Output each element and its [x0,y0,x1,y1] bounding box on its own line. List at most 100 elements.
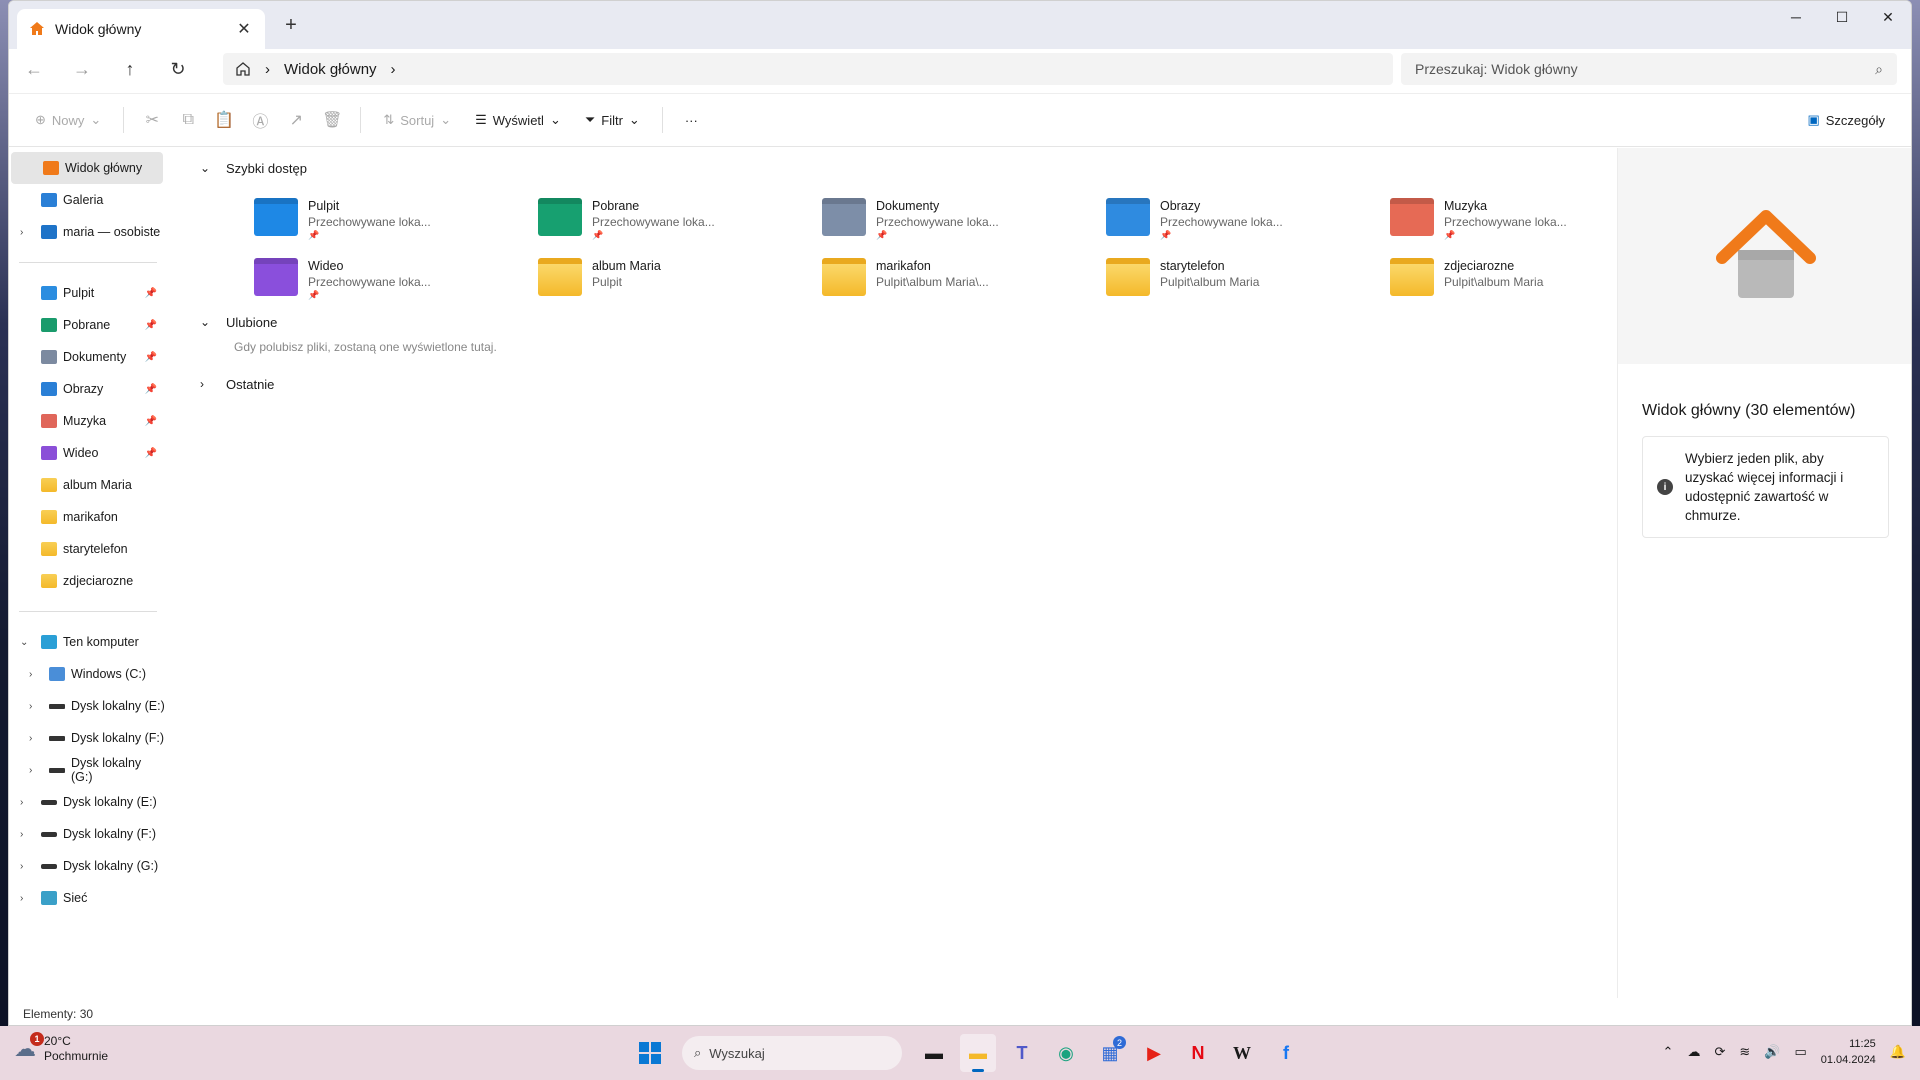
notification-bell-icon[interactable]: 🔔 [1890,1044,1906,1060]
chevron-right-icon[interactable]: › [20,861,23,872]
chevron-right-icon[interactable]: › [391,61,396,78]
filter-button[interactable]: ⏷ Filtr ⌄ [577,106,648,134]
sidebar-item-pinned[interactable]: Wideo 📌 [9,437,165,469]
sidebar-item-pinned[interactable]: marikafon [9,501,165,533]
sync-icon[interactable]: ⟳ [1714,1044,1725,1060]
sidebar-item-pinned[interactable]: Pulpit 📌 [9,277,165,309]
teams-icon[interactable]: T [1004,1034,1040,1072]
chevron-right-icon[interactable]: › [20,893,23,904]
view-button[interactable]: ☰ Wyświetl ⌄ [467,106,569,134]
details-pane-button[interactable]: ▣ Szczegóły [1799,106,1893,134]
up-arrow-icon[interactable]: ↑ [119,59,141,80]
chevron-right-icon[interactable]: › [29,701,32,712]
new-label: Nowy [51,112,85,128]
sidebar-item-label: album Maria [63,478,132,492]
wifi-icon[interactable]: ≋ [1739,1044,1750,1060]
breadcrumb[interactable]: › Widok główny › [223,53,1393,85]
sidebar-item-gallery[interactable]: Galeria [9,184,165,216]
sidebar-item-drive[interactable]: › Dysk lokalny (E:) [9,786,165,818]
content-area: ⌄ Szybki dostęp Pulpit Przechowywane loka..… [166,148,1616,998]
chevron-right-icon[interactable]: › [20,227,23,238]
task-view-icon[interactable]: ▬ [916,1034,952,1072]
sidebar-item-home[interactable]: Widok główny [11,152,163,184]
start-button[interactable] [632,1034,668,1072]
quick-access-item[interactable]: album Maria Pulpit [538,258,822,302]
facebook-icon[interactable]: f [1268,1034,1304,1072]
sidebar-item-pinned[interactable]: starytelefon [9,533,165,565]
delete-icon[interactable]: 🗑 [318,110,346,130]
chevron-up-icon[interactable]: ⌃ [1663,1044,1674,1060]
volume-icon[interactable]: 🔊 [1764,1044,1780,1060]
onedrive-icon[interactable]: ☁ [1687,1044,1700,1060]
chevron-right-icon[interactable]: › [29,765,32,776]
store-icon[interactable]: ▦ 2 [1092,1034,1128,1072]
breadcrumb-item-home[interactable]: Widok główny [284,61,377,78]
sidebar-item-this-pc[interactable]: ⌄ Ten komputer [9,626,165,658]
clock[interactable]: 11:25 01.04.2024 [1821,1036,1876,1068]
chevron-right-icon[interactable]: › [265,61,270,78]
sidebar-item-pinned[interactable]: Muzyka 📌 [9,405,165,437]
forward-arrow-icon[interactable]: → [71,59,93,80]
chevron-right-icon[interactable]: › [20,829,23,840]
sidebar-item-drive[interactable]: › Dysk lokalny (F:) [9,818,165,850]
chevron-down-icon[interactable]: ⌄ [200,161,212,175]
section-recent[interactable]: › Ostatnie [166,370,1616,398]
tab-close-button[interactable]: ✕ [235,19,253,39]
more-options-button[interactable]: ··· [677,107,706,134]
tab-home[interactable]: Widok główny ✕ [17,9,265,49]
music-icon [41,414,57,428]
new-tab-button[interactable]: + [279,14,303,37]
maximize-button[interactable]: ☐ [1819,1,1865,33]
quick-access-item[interactable]: marikafon Pulpit\album Maria\... [822,258,1106,302]
sidebar-item-pinned[interactable]: Pobrane 📌 [9,309,165,341]
close-button[interactable]: ✕ [1865,1,1911,33]
sidebar-item-pinned[interactable]: Obrazy 📌 [9,373,165,405]
wikipedia-icon[interactable]: W [1224,1034,1260,1072]
minimize-button[interactable]: ─ [1773,1,1819,33]
info-icon: i [1657,479,1673,495]
new-button[interactable]: ⊕ Nowy ⌄ [27,106,109,134]
chevron-down-icon[interactable]: ⌄ [200,315,212,329]
netflix-icon[interactable]: N [1180,1034,1216,1072]
chevron-right-icon[interactable]: › [200,377,212,391]
sidebar-item-drive[interactable]: › Windows (C:) [9,658,165,690]
chevron-down-icon[interactable]: ⌄ [20,637,28,648]
home-outline-icon[interactable] [235,61,251,77]
youtube-icon[interactable]: ▶ [1136,1034,1172,1072]
section-quick-access[interactable]: ⌄ Szybki dostęp [166,154,1616,182]
quick-access-item[interactable]: Pobrane Przechowywane loka... 📌 [538,198,822,242]
quick-access-item[interactable]: Dokumenty Przechowywane loka... 📌 [822,198,1106,242]
battery-icon[interactable]: ▭ [1794,1044,1806,1060]
share-icon[interactable]: ↗ [282,110,310,130]
taskbar-search[interactable]: ⌕ Wyszukaj [682,1036,902,1070]
sidebar-item-pinned[interactable]: zdjeciarozne [9,565,165,597]
back-arrow-icon[interactable]: ← [23,59,45,80]
sidebar-item-drive[interactable]: › Dysk lokalny (G:) [9,850,165,882]
sidebar-item-network[interactable]: › Sieć [9,882,165,914]
cut-icon[interactable]: ✂ [138,110,166,130]
quick-access-item[interactable]: Pulpit Przechowywane loka... 📌 [254,198,538,242]
refresh-icon[interactable]: ↻ [167,59,189,80]
edge-icon[interactable]: ◉ [1048,1034,1084,1072]
search-input[interactable]: Przeszukaj: Widok główny ⌕ [1401,53,1897,85]
search-icon[interactable]: ⌕ [1875,61,1883,78]
sidebar-item-pinned[interactable]: Dokumenty 📌 [9,341,165,373]
chevron-right-icon[interactable]: › [20,797,23,808]
rename-icon[interactable]: Ⓐ [246,108,274,132]
quick-access-item[interactable]: Obrazy Przechowywane loka... 📌 [1106,198,1390,242]
sidebar-item-drive[interactable]: › Dysk lokalny (F:) [9,722,165,754]
sidebar-item-drive[interactable]: › Dysk lokalny (G:) [9,754,165,786]
copy-icon[interactable]: ⧉ [174,111,202,129]
file-explorer-taskbar-icon[interactable]: ▬ [960,1034,996,1072]
sidebar-item-cloud[interactable]: › maria — osobiste [9,216,165,248]
section-favorites[interactable]: ⌄ Ulubione [166,308,1616,336]
weather-widget[interactable]: ☁ 1 20°C Pochmurnie [14,1032,108,1064]
sort-button[interactable]: ⇅ Sortuj ⌄ [375,106,459,134]
paste-icon[interactable]: 📋 [210,110,238,130]
chevron-right-icon[interactable]: › [29,733,32,744]
sidebar-item-drive[interactable]: › Dysk lokalny (E:) [9,690,165,722]
quick-access-item[interactable]: starytelefon Pulpit\album Maria [1106,258,1390,302]
chevron-right-icon[interactable]: › [29,669,32,680]
quick-access-item[interactable]: Wideo Przechowywane loka... 📌 [254,258,538,302]
sidebar-item-pinned[interactable]: album Maria [9,469,165,501]
